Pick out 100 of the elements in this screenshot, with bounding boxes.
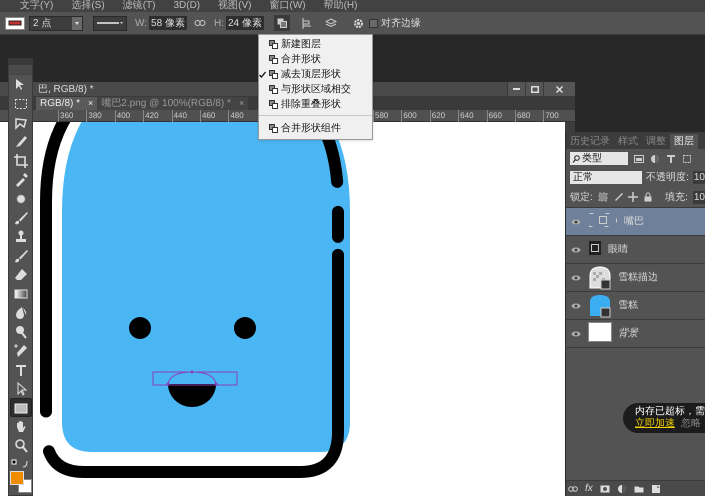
- menu-item[interactable]: 合并形状组件: [259, 115, 372, 137]
- overlapping-squares-icon: [276, 18, 287, 28]
- panel-tab[interactable]: 样式: [614, 134, 642, 149]
- layer-thumbnail-icon: [588, 294, 612, 318]
- move-cross-icon: [628, 192, 638, 202]
- minimize-icon: [513, 88, 520, 90]
- menu-item[interactable]: 与形状区域相交: [259, 82, 372, 97]
- height-label: H:: [214, 16, 224, 30]
- type-filter-icon: [666, 154, 676, 164]
- align-icon: [302, 18, 312, 28]
- fill-label: 填充:: [665, 190, 688, 204]
- width-field[interactable]: 58 像素: [149, 16, 187, 30]
- panel-tab[interactable]: 调整: [642, 134, 670, 149]
- layer-name: 雪糕: [618, 299, 638, 313]
- align-edges-label: 对齐边缘: [380, 16, 421, 30]
- lock-label: 锁定:: [570, 190, 593, 204]
- menu-item[interactable]: 滤镜(T): [122, 1, 156, 11]
- maximize-button[interactable]: [525, 82, 543, 96]
- path-arrange-button[interactable]: [324, 16, 338, 30]
- notification-message: 内存已超标，需: [635, 406, 705, 418]
- swap-colors-icon: [10, 459, 30, 469]
- link-icon: [568, 484, 578, 492]
- menu-item[interactable]: 选择(S): [71, 1, 105, 11]
- checkered-thumbnail-icon: [588, 266, 612, 290]
- adjustment-filter-icon: [650, 154, 660, 164]
- opacity-field[interactable]: 10: [692, 171, 705, 184]
- brush-icon: [12, 248, 28, 264]
- pen-icon: [12, 342, 28, 358]
- stroke-width-dropdown[interactable]: 2 点: [29, 16, 83, 30]
- layer-name: 眼睛: [608, 242, 628, 257]
- line-style-icon: [96, 20, 124, 26]
- panel-tab[interactable]: 图层: [670, 134, 698, 149]
- menu-item[interactable]: 3D(D): [173, 1, 200, 11]
- close-button[interactable]: [543, 82, 575, 96]
- adjustment-icon: [616, 484, 627, 494]
- lock-icon: [642, 192, 653, 202]
- eraser-icon: [12, 266, 28, 282]
- align-edges-checkbox[interactable]: [368, 18, 378, 28]
- search-icon: [572, 154, 580, 162]
- eye-icon: [571, 274, 581, 280]
- new-layer-icon: [650, 484, 661, 494]
- settings-icon: [353, 18, 364, 28]
- layer-name: 背景: [618, 326, 638, 341]
- image-filter-icon: [634, 154, 644, 164]
- zoom-icon: [12, 438, 28, 454]
- document-tab[interactable]: 嘴巴2.png @ 100%(RGB/8) * ×: [97, 97, 248, 110]
- line-style-dropdown[interactable]: [93, 16, 127, 30]
- shape-operation-icon: [269, 124, 278, 132]
- fill-field[interactable]: 10: [692, 190, 705, 204]
- crop-icon: [12, 152, 28, 168]
- close-icon: [556, 86, 563, 92]
- path-alignment-button[interactable]: [300, 16, 314, 30]
- brush-icon: [12, 210, 28, 226]
- stroke-preview-icon: [8, 19, 22, 27]
- menu-item[interactable]: 合并形状: [259, 52, 372, 67]
- menu-item[interactable]: 减去顶层形状: [259, 67, 372, 82]
- speed-up-link[interactable]: 立即加速: [635, 418, 675, 430]
- tab-close-button[interactable]: ×: [238, 96, 244, 110]
- brush-icon: [612, 192, 623, 202]
- tab-close-button[interactable]: ×: [88, 96, 94, 110]
- layer-row[interactable]: 雪糕: [566, 292, 705, 320]
- checkmark-icon: [259, 71, 266, 78]
- foreground-color-swatch[interactable]: [10, 471, 24, 485]
- layer-row[interactable]: 雪糕描边: [566, 264, 705, 292]
- stroke-width-value: 2 点: [33, 16, 52, 30]
- layer-row[interactable]: 背景: [566, 320, 705, 348]
- folder-icon: [634, 484, 644, 494]
- checkerboard-icon: [598, 192, 608, 202]
- layer-row[interactable]: 眼睛: [566, 236, 705, 264]
- maximize-icon: [530, 86, 538, 92]
- opacity-label: 不透明度:: [646, 170, 689, 185]
- link-icon: [194, 19, 206, 27]
- stack-icon: [324, 18, 337, 28]
- minimize-button[interactable]: [507, 82, 525, 96]
- eye-icon: [571, 302, 581, 308]
- menu-item[interactable]: 视图(V): [218, 1, 252, 11]
- width-label: W:: [135, 16, 148, 30]
- document-tab[interactable]: RGB/8) * ×: [36, 97, 98, 110]
- menu-item[interactable]: 帮助(H): [324, 1, 358, 11]
- height-field[interactable]: 24 像素: [226, 16, 264, 30]
- panel-tab[interactable]: 历史记录: [566, 134, 614, 149]
- shape-filter-icon: [682, 154, 692, 164]
- eye-icon: [571, 218, 581, 224]
- ignore-link[interactable]: 忽略: [681, 418, 701, 430]
- eye-icon: [571, 330, 581, 336]
- blend-mode-dropdown[interactable]: 正常: [570, 171, 642, 184]
- mask-icon: [600, 484, 610, 494]
- menu-item[interactable]: 新建图层: [259, 37, 372, 52]
- rectangle-tool-button[interactable]: [10, 398, 32, 417]
- menu-item[interactable]: 排除重叠形状: [259, 97, 372, 112]
- settings-button[interactable]: [352, 16, 366, 30]
- layer-name: 雪糕描边: [618, 270, 658, 285]
- eye-icon: [571, 246, 581, 252]
- layer-name: 嘴巴: [624, 214, 644, 229]
- path-operations-button[interactable]: [274, 15, 290, 31]
- stroke-swatch[interactable]: [5, 16, 25, 30]
- document-title: 巴, RGB/8) *: [38, 82, 94, 96]
- caret-icon: [72, 16, 82, 30]
- filter-dropdown[interactable]: 类型: [570, 152, 628, 165]
- layer-effects-button[interactable]: fx: [585, 481, 593, 496]
